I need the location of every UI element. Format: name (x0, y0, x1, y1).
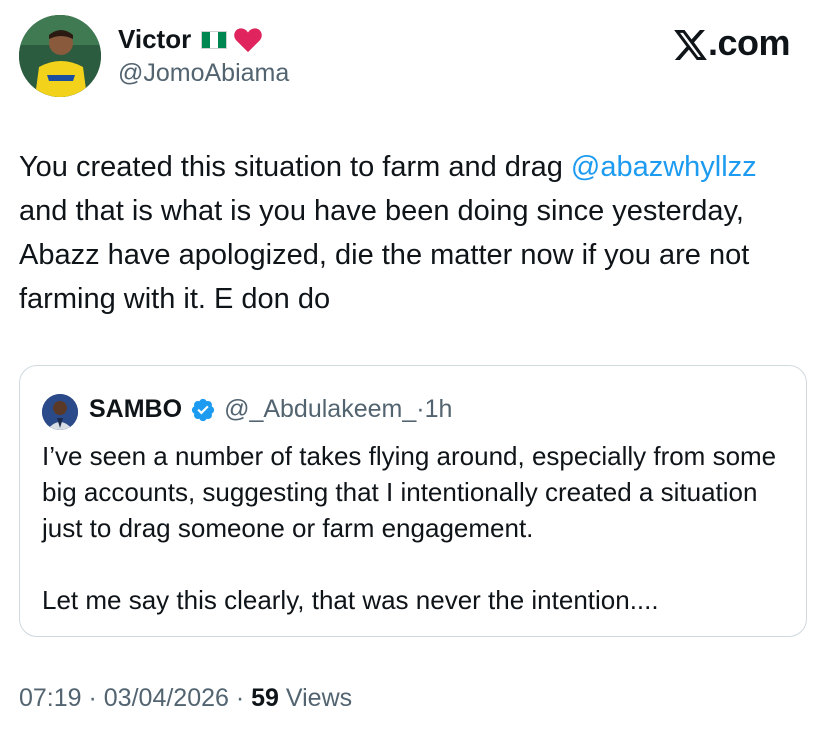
red-heart-icon (234, 27, 262, 52)
quoted-tweet-text: I’ve seen a number of takes flying aroun… (42, 441, 777, 615)
quoted-author-avatar[interactable] (42, 394, 78, 430)
quoted-header: SAMBO @_Abdulakeem_ · 1h (89, 395, 452, 424)
author-avatar[interactable] (19, 15, 101, 97)
tweet-text-before: You created this situation to farm and d… (19, 151, 571, 183)
tweet-meta: 07:19 · 03/04/2026 · 59 Views (19, 684, 352, 713)
quoted-timestamp[interactable]: 1h (425, 395, 453, 424)
x-logo-icon (674, 29, 707, 60)
tweet-text-after: and that is what is you have been doing … (19, 195, 750, 315)
nigeria-flag-icon (201, 30, 228, 49)
views-count: 59 (251, 684, 279, 712)
tweet-time[interactable]: 07:19 (19, 684, 82, 712)
quoted-author-handle[interactable]: @_Abdulakeem_ (224, 395, 416, 424)
x-com-logo: .com (674, 22, 791, 64)
author-handle[interactable]: @JomoAbiama (118, 59, 289, 88)
quoted-separator: · (416, 395, 425, 423)
views-label: Views (278, 684, 353, 712)
tweet-date[interactable]: 03/04/2026 (104, 684, 229, 712)
quoted-author-name[interactable]: SAMBO (89, 395, 182, 424)
author-name[interactable]: Victor (118, 24, 191, 55)
tweet-text: You created this situation to farm and d… (19, 145, 809, 321)
mention-link[interactable]: @abazwhyllzz (571, 151, 757, 183)
logo-text: .com (707, 22, 791, 63)
meta-separator-2: · (228, 684, 252, 712)
verified-badge-icon (191, 398, 215, 421)
quoted-tweet-card[interactable]: SAMBO @_Abdulakeem_ · 1h I’ve seen a num… (19, 365, 807, 637)
meta-separator-1: · (81, 684, 104, 712)
author-name-row[interactable]: Victor (118, 24, 263, 55)
